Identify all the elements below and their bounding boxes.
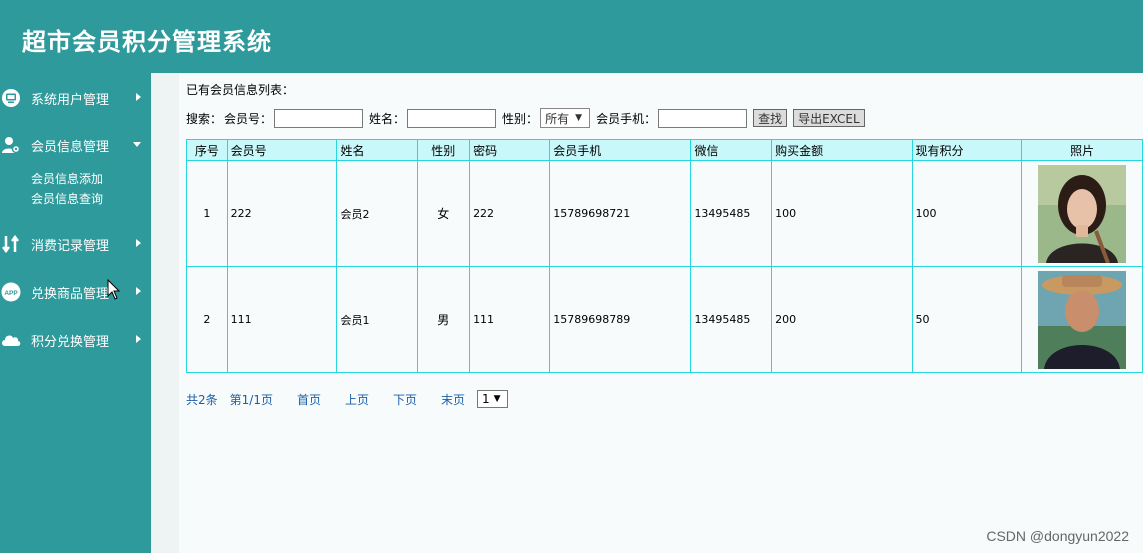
- dropdown-arrow-icon: ▼: [493, 394, 501, 404]
- page-select[interactable]: 1 ▼: [477, 390, 509, 408]
- member-photo-female[interactable]: [1038, 164, 1127, 263]
- sidebar-item-label: 会员信息管理: [31, 139, 110, 155]
- cell-photo: [1021, 160, 1143, 267]
- cell-gender: 女: [416, 160, 471, 267]
- cell-name: 会员2: [336, 160, 418, 267]
- chevron-right-icon: [136, 335, 141, 343]
- cell-gender: 男: [416, 266, 471, 373]
- pager-next-link[interactable]: 下页: [393, 391, 417, 408]
- cell-wechat: 13495485: [690, 266, 773, 373]
- column-header: 密码: [469, 139, 551, 161]
- sidebar-item-system-users[interactable]: 系统用户管理: [0, 83, 151, 113]
- cell-amount: 100: [771, 160, 913, 267]
- sidebar-item-exchange-goods[interactable]: APP 兑换商品管理: [0, 277, 151, 307]
- sidebar-divider: [151, 73, 179, 553]
- table-row: 1 222 会员2 女 222 15789698721 13495485 100…: [186, 160, 1143, 267]
- sidebar-item-member-info[interactable]: 会员信息管理: [0, 130, 151, 160]
- app-title: 超市会员积分管理系统: [22, 27, 272, 56]
- cell-phone: 15789698789: [549, 266, 692, 373]
- sidebar-item-points-exchange[interactable]: 积分兑换管理: [0, 325, 151, 355]
- cell-password: 111: [469, 266, 551, 373]
- monitor-icon: [1, 88, 21, 108]
- sidebar-subitem-member-query[interactable]: 会员信息查询: [31, 190, 103, 207]
- cell-photo: [1021, 266, 1143, 373]
- pagination: 共2条 第1/1页 首页 上页 下页 末页 1 ▼: [186, 390, 509, 408]
- column-header: 现有积分: [911, 139, 1023, 161]
- sidebar-item-label: 兑换商品管理: [31, 286, 110, 302]
- search-prefix-label: 搜索：: [186, 111, 223, 126]
- pager-total: 共2条: [186, 392, 218, 407]
- watermark: CSDN @dongyun2022: [986, 528, 1129, 544]
- search-form: 搜索： 会员号： 姓名： 性别： 所有 ▼ 会员手机： 查找 导出EXCEL: [186, 108, 865, 128]
- gender-selected-value: 所有: [545, 111, 570, 126]
- user-gear-icon: [1, 135, 21, 155]
- app-header: 超市会员积分管理系统: [0, 0, 1143, 73]
- export-excel-button[interactable]: 导出EXCEL: [793, 109, 865, 127]
- sidebar-item-label: 积分兑换管理: [31, 334, 110, 350]
- cell-phone: 15789698721: [549, 160, 692, 267]
- pager-last-link[interactable]: 末页: [441, 391, 465, 408]
- cell-name: 会员1: [336, 266, 418, 373]
- pager-first-link[interactable]: 首页: [297, 391, 321, 408]
- sidebar-item-consumption-records[interactable]: 消费记录管理: [0, 229, 151, 259]
- chevron-right-icon: [136, 287, 141, 295]
- list-title: 已有会员信息列表：: [186, 83, 295, 97]
- sidebar-item-label: 消费记录管理: [31, 238, 110, 254]
- main-content: 已有会员信息列表： 搜索： 会员号： 姓名： 性别： 所有 ▼ 会员手机： 查找…: [179, 73, 1143, 553]
- cell-points: 50: [911, 266, 1023, 373]
- table-row: 2 111 会员1 男 111 15789698789 13495485 200…: [186, 266, 1143, 373]
- sidebar-item-label: 系统用户管理: [31, 92, 110, 108]
- member-no-label: 会员号：: [224, 111, 273, 126]
- column-header: 微信: [690, 139, 773, 161]
- cell-no: 1: [186, 160, 228, 267]
- page-selected-value: 1: [482, 392, 490, 406]
- mouse-pointer-icon: [107, 279, 121, 300]
- phone-label: 会员手机：: [596, 111, 657, 126]
- member-no-input[interactable]: [274, 108, 364, 128]
- gender-label: 性别：: [502, 111, 539, 126]
- cell-no: 2: [186, 266, 228, 373]
- app-badge-icon: APP: [1, 282, 21, 302]
- cell-member-no: 222: [226, 160, 338, 267]
- cell-points: 100: [911, 160, 1023, 267]
- gender-select[interactable]: 所有 ▼: [540, 108, 591, 128]
- table-header-row: 序号 会员号 姓名 性别 密码 会员手机 微信 购买金额 现有积分 照片: [186, 139, 1143, 161]
- cloud-icon: [1, 330, 21, 350]
- column-header: 序号: [186, 139, 228, 161]
- chevron-down-icon: [133, 142, 141, 147]
- column-header: 性别: [416, 139, 471, 161]
- chevron-right-icon: [136, 239, 141, 247]
- cell-amount: 200: [771, 266, 913, 373]
- member-photo-male[interactable]: [1038, 270, 1127, 369]
- pager-page-info: 第1/1页: [229, 392, 273, 407]
- name-input[interactable]: [407, 108, 497, 128]
- chevron-right-icon: [136, 93, 141, 101]
- cell-wechat: 13495485: [690, 160, 773, 267]
- sidebar-subitem-member-add[interactable]: 会员信息添加: [31, 170, 103, 187]
- search-button[interactable]: 查找: [753, 109, 788, 127]
- phone-input[interactable]: [658, 108, 748, 128]
- pager-prev-link[interactable]: 上页: [345, 391, 369, 408]
- svg-text:APP: APP: [4, 290, 18, 297]
- column-header: 会员号: [226, 139, 338, 161]
- cell-password: 222: [469, 160, 551, 267]
- column-header: 姓名: [336, 139, 418, 161]
- column-header: 会员手机: [549, 139, 692, 161]
- transfer-arrows-icon: [1, 234, 21, 254]
- column-header: 照片: [1021, 139, 1143, 161]
- dropdown-arrow-icon: ▼: [575, 113, 582, 123]
- cell-member-no: 111: [226, 266, 338, 373]
- name-label: 姓名：: [369, 111, 406, 126]
- member-table: 序号 会员号 姓名 性别 密码 会员手机 微信 购买金额 现有积分 照片 1 2…: [186, 139, 1143, 373]
- column-header: 购买金额: [771, 139, 913, 161]
